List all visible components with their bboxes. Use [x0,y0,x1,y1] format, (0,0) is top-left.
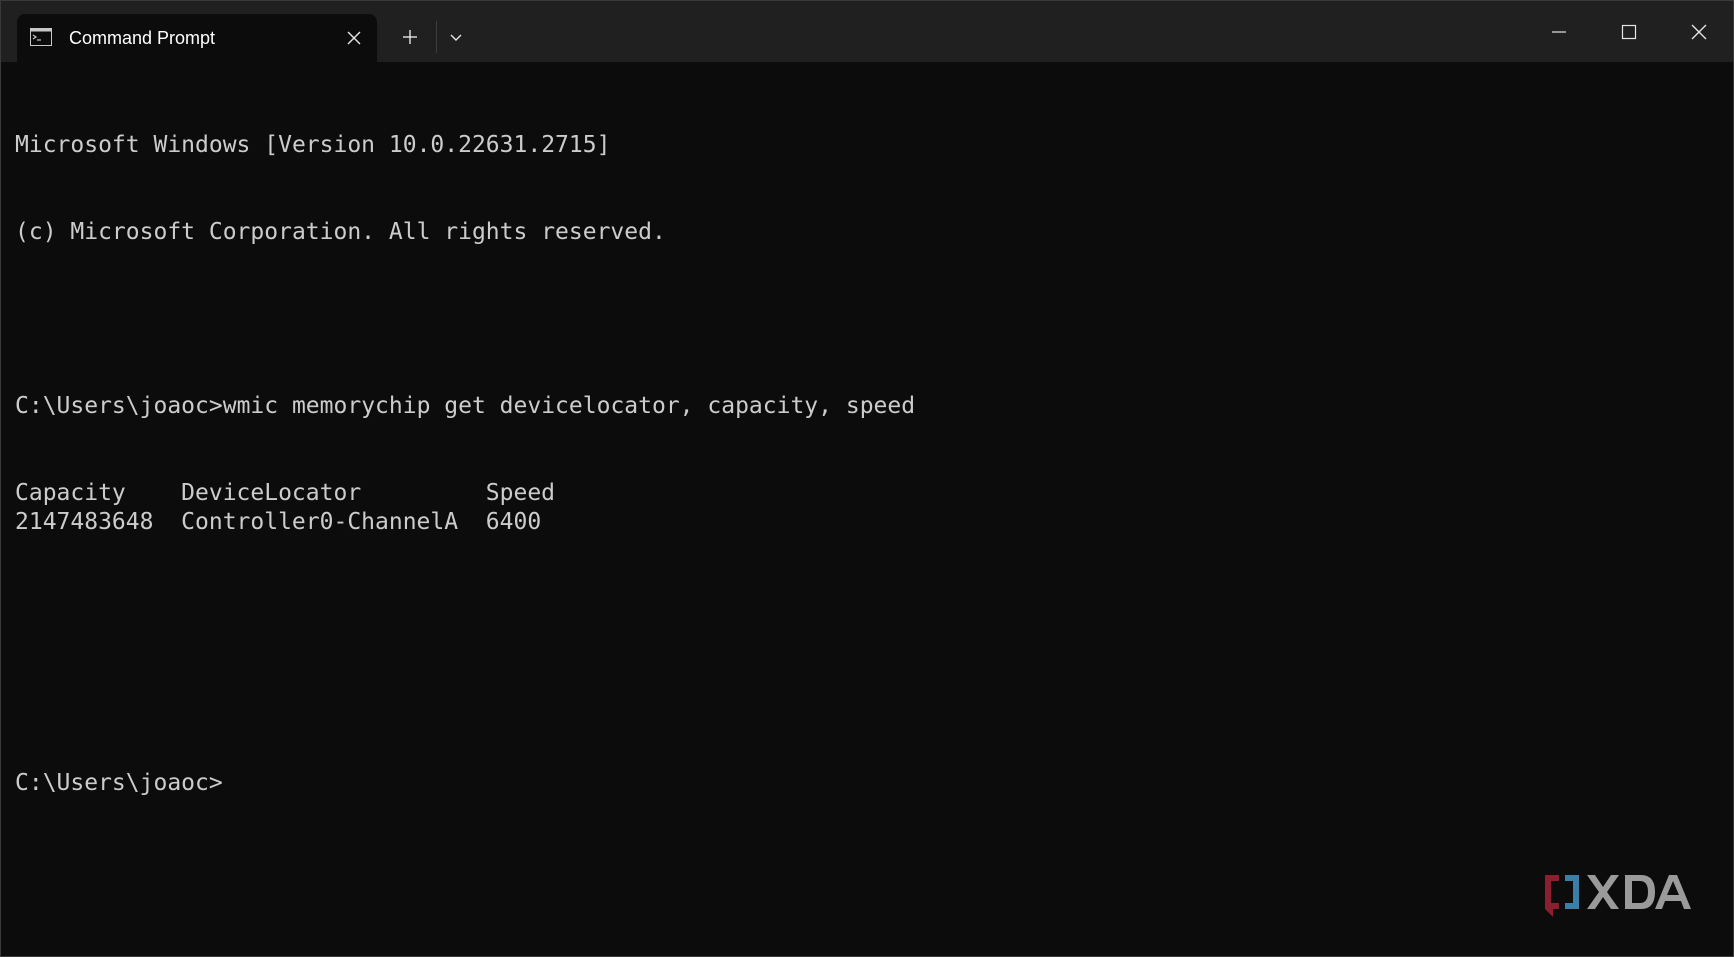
minimize-icon[interactable] [1525,1,1593,62]
cmd-icon [30,28,52,46]
title-bar[interactable]: Command Prompt [1,1,1733,62]
output-cell-device-locator: DeviceLocator [181,480,362,506]
output-cell-capacity: Capacity [15,480,126,506]
maximize-icon[interactable] [1595,1,1663,62]
command-text: wmic memorychip get devicelocator, capac… [222,393,916,419]
output-header-row: Capacity DeviceLocator Speed [15,479,1715,508]
terminal-output[interactable]: Microsoft Windows [Version 10.0.22631.27… [15,73,1715,933]
close-tab-icon[interactable] [343,27,365,49]
header-line-copyright: (c) Microsoft Corporation. All rights re… [15,219,666,245]
output-cell-capacity: 2147483648 [15,509,154,535]
output-cell-speed: Speed [485,480,556,506]
tab-title: Command Prompt [69,28,216,48]
output-cell-speed: 6400 [485,509,542,535]
output-row: 2147483648 Controller0-ChannelA 6400 [15,508,1715,537]
close-window-icon[interactable] [1665,1,1733,62]
command-line: C:\Users\joaoc>wmic memorychip get devic… [15,392,1715,421]
output-table: Capacity DeviceLocator Speed 2147483648 Cont… [15,479,1715,537]
terminal-window: Command Prompt Microsoft Windows [Versio… [0,0,1734,957]
prompt: C:\Users\joaoc> [15,770,223,796]
tab-command-prompt[interactable]: Command Prompt [17,14,377,62]
prompt: C:\Users\joaoc> [15,393,223,419]
chevron-down-icon[interactable] [441,19,471,55]
header-line-version: Microsoft Windows [Version 10.0.22631.27… [15,132,611,158]
plus-icon[interactable] [394,19,426,55]
current-prompt-line[interactable]: C:\Users\joaoc> [15,769,1715,798]
xda-logo-icon [1541,871,1703,919]
output-cell-device-locator: Controller0-ChannelA [181,509,459,535]
tab-separator [436,21,437,53]
